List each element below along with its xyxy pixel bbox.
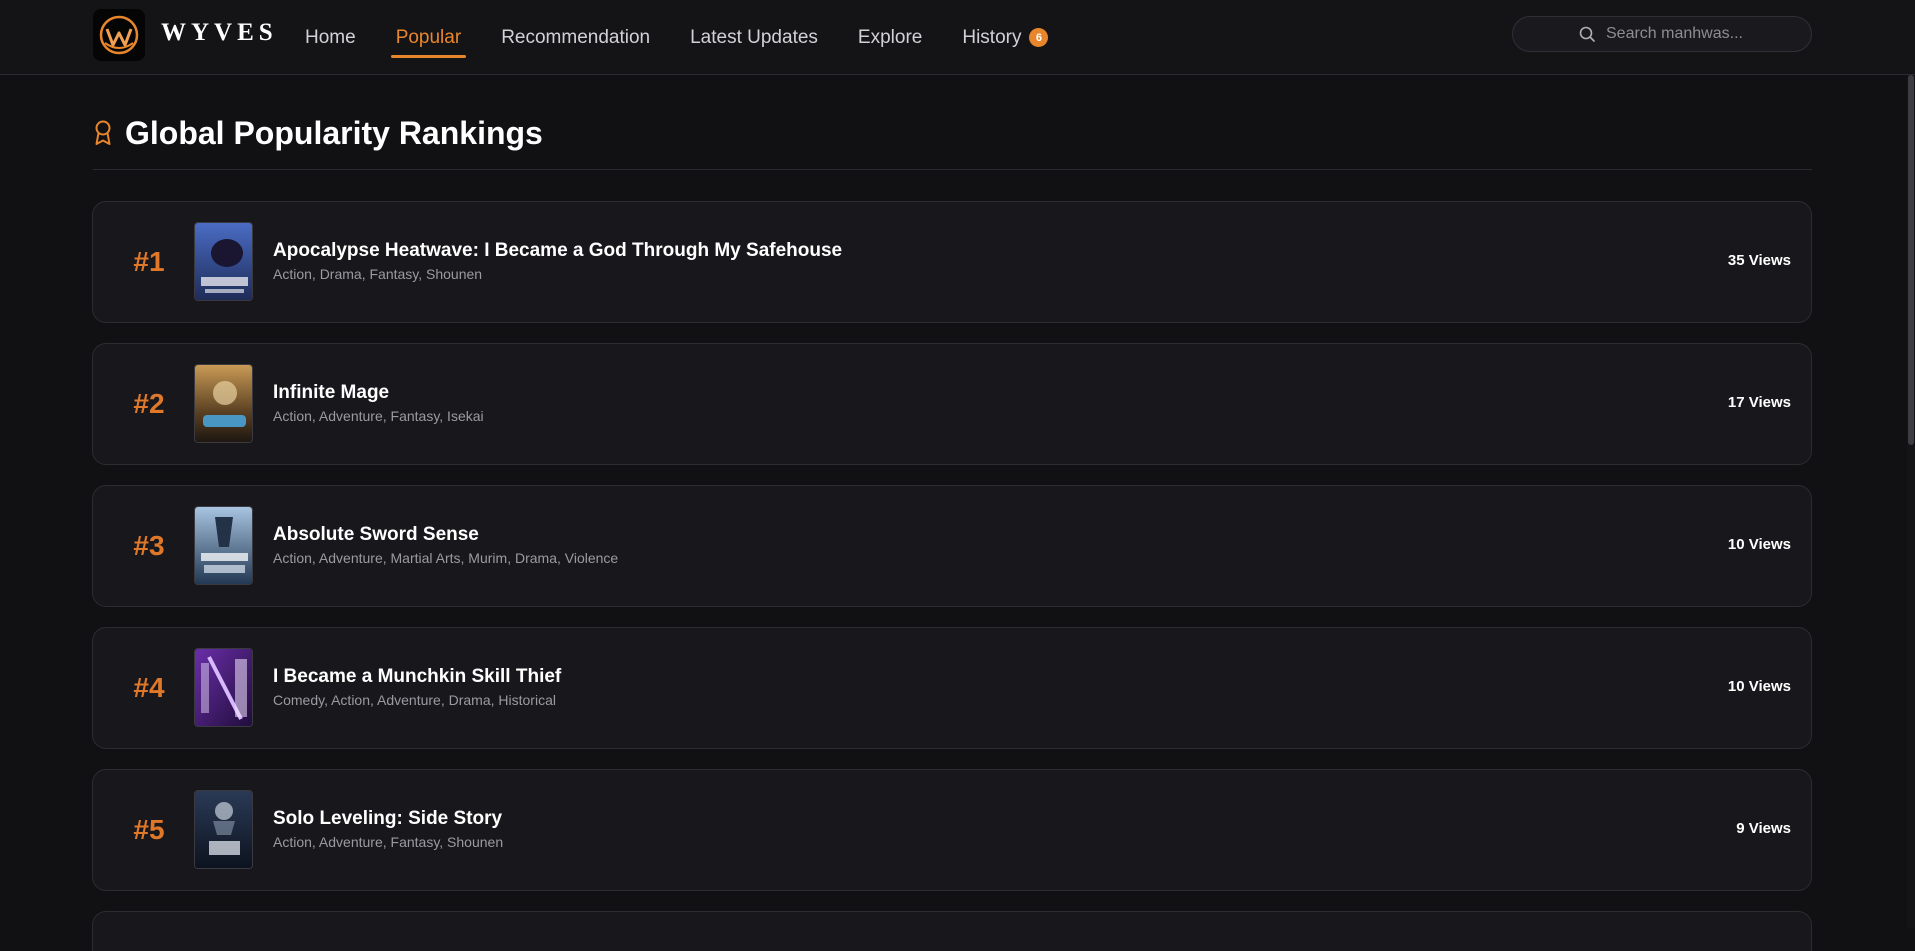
page-title: Global Popularity Rankings [125,115,543,151]
search-input[interactable] [1606,25,1786,43]
cover-thumbnail[interactable] [194,506,253,585]
genre-list: Action, Adventure, Fantasy, Isekai [273,408,484,424]
rankings-list: #1 Apocalypse Heatwave: I Became a God T… [92,201,1812,951]
nav-latest-updates-label: Latest Updates [690,26,818,48]
manhwa-title[interactable]: Apocalypse Heatwave: I Became a God Thro… [273,240,842,262]
search-box[interactable] [1512,16,1812,52]
rank-number: #1 [133,246,165,277]
wyves-logo-icon[interactable] [93,9,145,61]
nav-home-label: Home [305,26,356,48]
rank-number: #3 [133,530,165,561]
nav-latest-updates[interactable]: Latest Updates [690,0,818,75]
nav-home[interactable]: Home [305,0,356,75]
scrollbar-thumb[interactable] [1908,75,1914,445]
page-scrollbar[interactable] [1907,75,1915,928]
cover-thumbnail[interactable] [194,790,253,869]
ranking-card[interactable] [92,911,1812,951]
genre-list: Action, Adventure, Fantasy, Shounen [273,834,504,850]
ranking-card[interactable]: #2 Infinite Mage Action, Adventure, Fant… [92,343,1812,465]
nav-explore[interactable]: Explore [858,0,922,75]
cover-thumbnail[interactable] [194,364,253,443]
rank-number: #5 [133,814,165,845]
view-count: 10 Views [1727,536,1791,553]
page-header: Global Popularity Rankings [93,112,1812,170]
top-navbar: WYVES Home Popular Recommendation Latest… [0,0,1915,75]
nav-recommendation-label: Recommendation [501,26,651,48]
view-count: 35 Views [1727,252,1791,269]
award-icon [93,120,113,151]
view-count: 10 Views [1727,678,1791,695]
view-count: 17 Views [1727,394,1791,411]
manhwa-title[interactable]: Solo Leveling: Side Story [273,808,502,830]
ranking-card[interactable]: #4 I Became a Munchkin Skill Thief Comed… [92,627,1812,749]
ranking-card[interactable]: #5 Solo Leveling: Side Story Action, Adv… [92,769,1812,891]
manhwa-title[interactable]: Absolute Sword Sense [273,524,479,546]
brand-name[interactable]: WYVES [161,19,278,47]
search-icon[interactable] [1579,26,1596,48]
nav-popular[interactable]: Popular [390,0,466,75]
manhwa-title[interactable]: I Became a Munchkin Skill Thief [273,666,561,688]
nav-explore-label: Explore [857,26,923,48]
nav-popular-label: Popular [395,26,462,48]
history-count-badge: 6 [1029,28,1049,47]
nav-history-label: History [962,26,1022,48]
genre-list: Comedy, Action, Adventure, Drama, Histor… [273,692,556,708]
rank-number: #4 [133,672,165,703]
main-nav: Home Popular Recommendation Latest Updat… [305,0,1088,75]
genre-list: Action, Adventure, Martial Arts, Murim, … [273,550,619,566]
view-count: 9 Views [1736,820,1791,837]
nav-recommendation[interactable]: Recommendation [501,0,650,75]
manhwa-title[interactable]: Infinite Mage [273,382,389,404]
cover-thumbnail[interactable] [194,222,253,301]
nav-history[interactable]: History 6 [962,0,1049,75]
rank-number: #2 [133,388,165,419]
cover-thumbnail[interactable] [194,648,253,727]
ranking-card[interactable]: #3 Absolute Sword Sense Action, Adventur… [92,485,1812,607]
ranking-card[interactable]: #1 Apocalypse Heatwave: I Became a God T… [92,201,1812,323]
genre-list: Action, Drama, Fantasy, Shounen [273,266,483,282]
